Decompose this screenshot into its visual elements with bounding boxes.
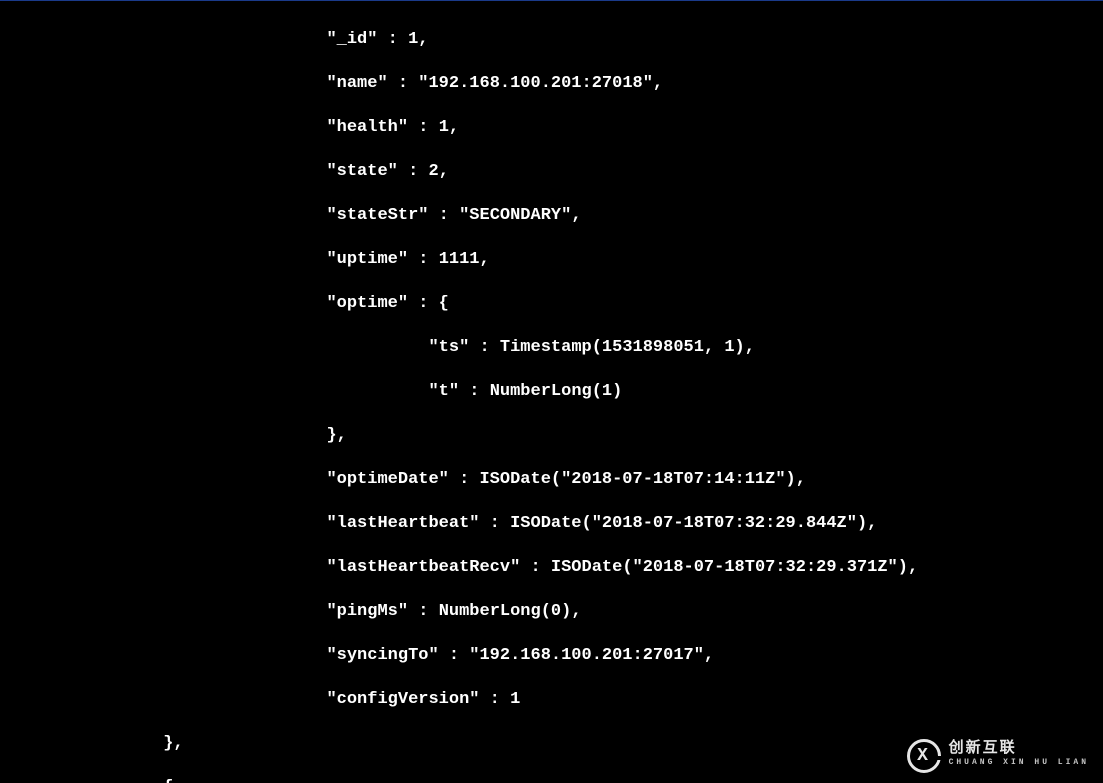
code-line: "optime" : {: [0, 293, 1103, 315]
key: "optimeDate": [326, 470, 448, 489]
watermark: X 创新互联 CHUANG XIN HU LIAN: [907, 739, 1089, 773]
watermark-text: 创新互联 CHUANG XIN HU LIAN: [949, 742, 1089, 770]
key: "stateStr": [326, 206, 428, 225]
value: 1: [408, 30, 418, 49]
value: 1: [510, 690, 520, 709]
key: "ts": [428, 338, 469, 357]
code-line: "stateStr" : "SECONDARY",: [0, 205, 1103, 227]
value: NumberLong(0): [439, 602, 572, 621]
value: 1111: [439, 250, 480, 269]
code-line: "health" : 1,: [0, 117, 1103, 139]
code-line: "ts" : Timestamp(1531898051, 1),: [0, 337, 1103, 359]
key: "configVersion": [326, 690, 479, 709]
code-line: },: [0, 425, 1103, 447]
key: "pingMs": [326, 602, 408, 621]
code-line: "syncingTo" : "192.168.100.201:27017",: [0, 645, 1103, 667]
value: ISODate("2018-07-18T07:14:11Z"): [479, 470, 795, 489]
value: 1: [439, 118, 449, 137]
code-line: "uptime" : 1111,: [0, 249, 1103, 271]
key: "_id": [326, 30, 377, 49]
code-line: "lastHeartbeat" : ISODate("2018-07-18T07…: [0, 513, 1103, 535]
value: 192.168.100.201:27017: [479, 646, 693, 665]
value: SECONDARY: [469, 206, 561, 225]
key: "lastHeartbeat": [326, 514, 479, 533]
code-line: "lastHeartbeatRecv" : ISODate("2018-07-1…: [0, 557, 1103, 579]
key: "health": [326, 118, 408, 137]
key: "lastHeartbeatRecv": [326, 558, 520, 577]
code-line: "pingMs" : NumberLong(0),: [0, 601, 1103, 623]
value: ISODate("2018-07-18T07:32:29.844Z"): [510, 514, 867, 533]
key: "optime": [326, 294, 408, 313]
watermark-logo-icon: X: [907, 739, 941, 773]
watermark-zh: 创新互联: [949, 742, 1089, 756]
code-line: "optimeDate" : ISODate("2018-07-18T07:14…: [0, 469, 1103, 491]
value: ISODate("2018-07-18T07:32:29.371Z"): [551, 558, 908, 577]
watermark-py: CHUANG XIN HU LIAN: [949, 756, 1089, 770]
terminal-output: "_id" : 1, "name" : "192.168.100.201:270…: [0, 0, 1103, 783]
code-line: {: [0, 777, 1103, 783]
value: Timestamp(1531898051, 1): [500, 338, 745, 357]
code-line: "state" : 2,: [0, 161, 1103, 183]
code-line: "configVersion" : 1: [0, 689, 1103, 711]
code-line: "name" : "192.168.100.201:27018",: [0, 73, 1103, 95]
key: "state": [326, 162, 397, 181]
code-line: "t" : NumberLong(1): [0, 381, 1103, 403]
watermark-logo-text: X: [917, 745, 930, 767]
key: "name": [326, 74, 387, 93]
code-line: "_id" : 1,: [0, 29, 1103, 51]
value: 192.168.100.201:27018: [428, 74, 642, 93]
key: "syncingTo": [326, 646, 438, 665]
key: "uptime": [326, 250, 408, 269]
value: 2: [428, 162, 438, 181]
key: "t": [428, 382, 459, 401]
value: NumberLong(1): [490, 382, 623, 401]
